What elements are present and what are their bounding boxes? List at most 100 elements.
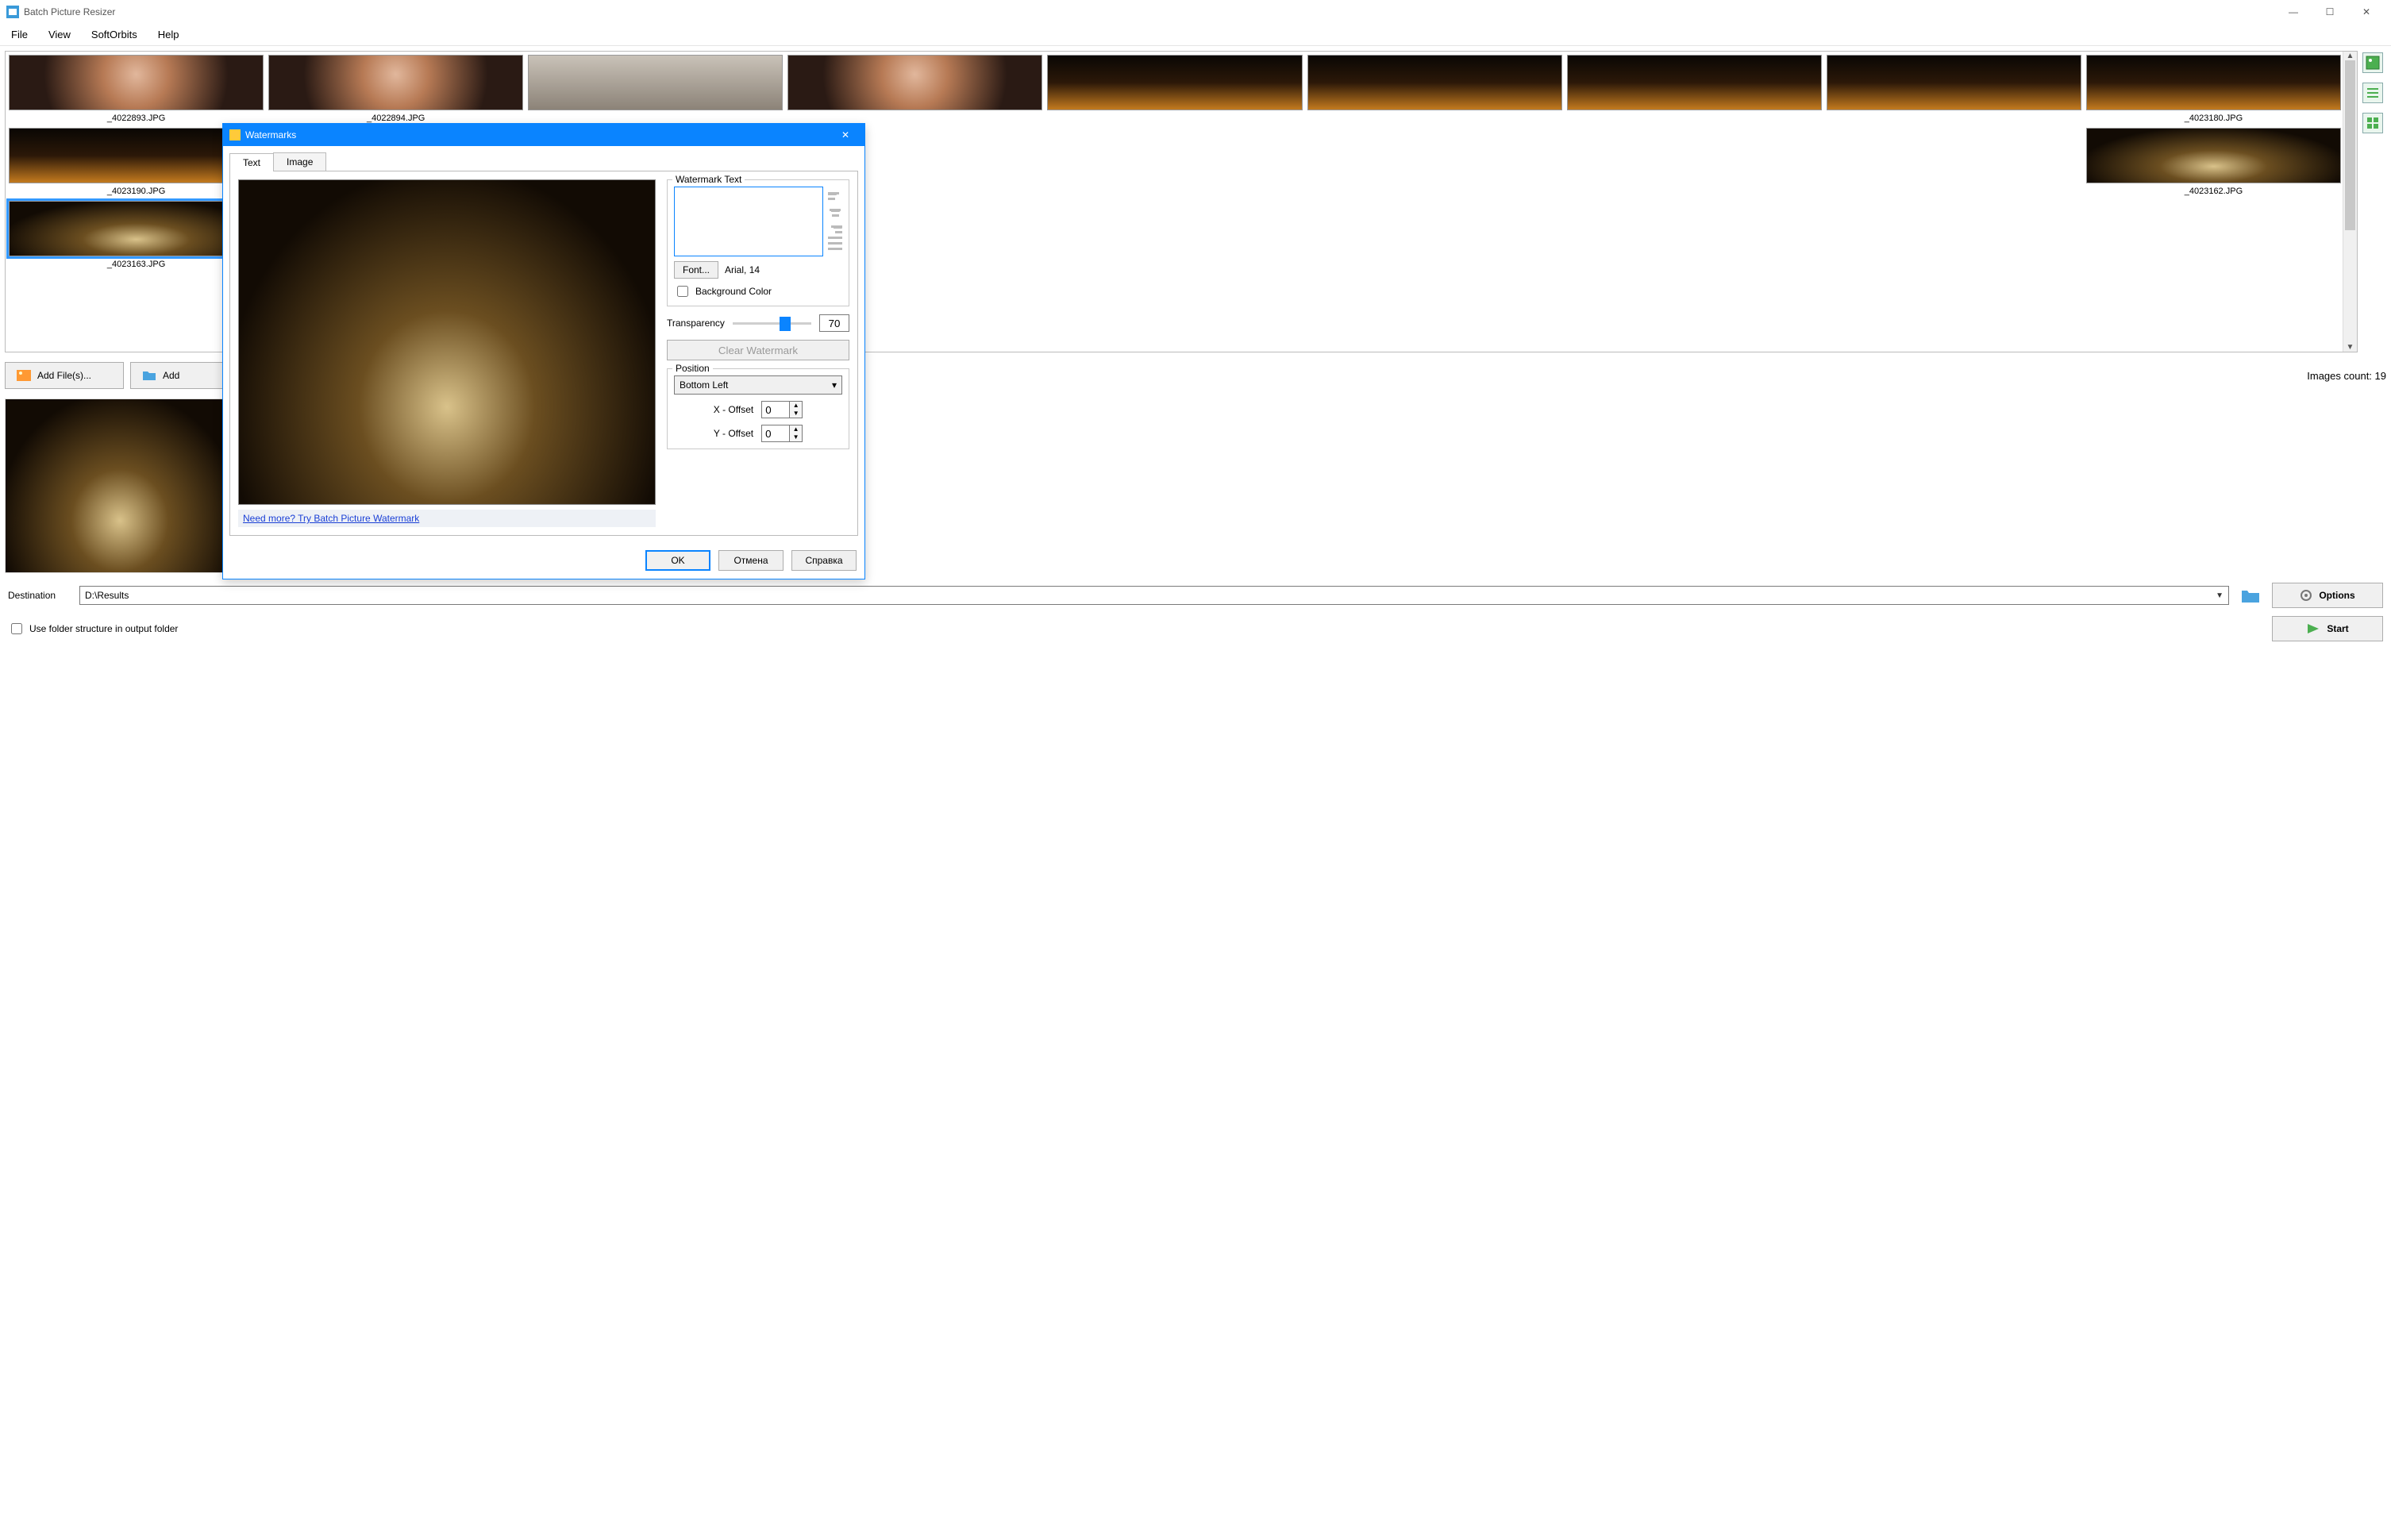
watermark-text-group: Watermark Text Font... Arial, 14 (667, 179, 849, 306)
add-files-button[interactable]: Add File(s)... (5, 362, 124, 389)
thumbnail-image (2087, 129, 2340, 183)
options-label: Options (2319, 590, 2354, 601)
text-align-buttons (828, 187, 842, 256)
start-label: Start (2327, 623, 2348, 634)
dialog-titlebar[interactable]: Watermarks ✕ (223, 124, 864, 146)
thumbnail[interactable]: _4023162.JPG (2086, 128, 2341, 196)
thumbnail-image (1048, 56, 1301, 110)
x-offset-up[interactable]: ▲ (789, 402, 802, 410)
position-select[interactable]: Bottom Left ▾ (674, 375, 842, 395)
window-title: Batch Picture Resizer (24, 6, 115, 17)
list-icon (2366, 86, 2380, 100)
menu-bar: File View SoftOrbits Help (0, 24, 2391, 46)
thumbnail-caption: _4023162.JPG (2086, 187, 2341, 196)
grid-icon (2366, 116, 2380, 130)
chevron-down-icon: ▼ (2216, 591, 2224, 600)
gallery-scrollbar[interactable]: ▲ ▼ (2343, 52, 2357, 352)
thumbnail[interactable] (1827, 55, 2081, 123)
watermark-text-input[interactable] (674, 187, 823, 256)
thumbnail[interactable] (1567, 55, 1822, 123)
window-titlebar: Batch Picture Resizer — ☐ ✕ (0, 0, 2391, 24)
thumbnail[interactable]: _4023180.JPG (2086, 55, 2341, 123)
promo-link[interactable]: Need more? Try Batch Picture Watermark (238, 510, 656, 527)
menu-help[interactable]: Help (155, 27, 183, 42)
thumbnail-image (269, 56, 522, 110)
dialog-title: Watermarks (245, 129, 296, 141)
dialog-help-button[interactable]: Справка (791, 550, 857, 571)
thumbnail-image (10, 56, 263, 110)
y-offset-up[interactable]: ▲ (789, 425, 802, 433)
window-maximize-button[interactable]: ☐ (2312, 6, 2348, 17)
thumbnail[interactable]: _4022894.JPG (268, 55, 523, 123)
position-group: Position Bottom Left ▾ X - Offset ▲▼ Y -… (667, 368, 849, 449)
thumbnail-image (1308, 56, 1561, 110)
list-view-button[interactable] (2362, 83, 2383, 103)
use-folder-structure-input[interactable] (11, 623, 22, 634)
thumbnail[interactable] (787, 55, 1042, 123)
y-offset-down[interactable]: ▼ (789, 433, 802, 441)
details-view-button[interactable] (2362, 113, 2383, 133)
folder-icon (142, 368, 156, 383)
thumbnail-image (2087, 56, 2340, 110)
background-color-label: Background Color (695, 286, 772, 297)
destination-value: D:\Results (85, 590, 129, 601)
thumbnail-caption: _4022894.JPG (268, 114, 523, 123)
background-color-input[interactable] (677, 286, 688, 297)
thumbnail-caption: _4023180.JPG (2086, 114, 2341, 123)
window-minimize-button[interactable]: — (2275, 6, 2312, 17)
window-close-button[interactable]: ✕ (2348, 6, 2385, 17)
images-count-label: Images count: 19 (2307, 370, 2386, 382)
dialog-button-row: OK Отмена Справка (223, 542, 864, 579)
app-icon (6, 6, 19, 18)
align-right-button[interactable] (828, 220, 842, 234)
use-folder-structure-label: Use folder structure in output folder (29, 623, 178, 634)
clear-watermark-button[interactable]: Clear Watermark (667, 340, 849, 360)
image-file-icon (17, 368, 31, 383)
y-offset-label: Y - Offset (714, 428, 753, 439)
options-button[interactable]: Options (2272, 583, 2383, 608)
y-offset-input[interactable] (762, 425, 789, 441)
browse-destination-button[interactable] (2237, 584, 2264, 606)
thumbnail[interactable] (528, 55, 783, 123)
position-legend: Position (672, 363, 713, 374)
thumbnail[interactable]: _4022893.JPG (9, 55, 264, 123)
x-offset-spinner[interactable]: ▲▼ (761, 401, 803, 418)
use-folder-structure-checkbox[interactable]: Use folder structure in output folder (8, 621, 178, 637)
font-button[interactable]: Font... (674, 261, 718, 279)
watermark-text-legend: Watermark Text (672, 174, 745, 185)
tab-text[interactable]: Text (229, 153, 274, 171)
transparency-value[interactable] (819, 314, 849, 332)
tab-image[interactable]: Image (273, 152, 326, 171)
align-justify-button[interactable] (828, 237, 842, 251)
thumbnail[interactable] (1307, 55, 1562, 123)
thumbnail-image (529, 56, 782, 110)
watermark-preview (238, 179, 656, 505)
x-offset-down[interactable]: ▼ (789, 410, 802, 418)
x-offset-input[interactable] (762, 402, 789, 418)
thumbnail[interactable] (1047, 55, 1302, 123)
start-button[interactable]: Start (2272, 616, 2383, 641)
gear-icon (2300, 589, 2312, 602)
align-left-button[interactable] (828, 187, 842, 201)
dialog-cancel-button[interactable]: Отмена (718, 550, 784, 571)
position-value: Bottom Left (680, 379, 728, 391)
font-description: Arial, 14 (725, 264, 760, 275)
background-color-checkbox[interactable]: Background Color (674, 283, 842, 299)
add-folder-label: Add (163, 370, 179, 381)
thumbnails-view-button[interactable] (2362, 52, 2383, 73)
folder-open-icon (2240, 587, 2261, 604)
transparency-slider[interactable] (733, 315, 811, 331)
play-arrow-icon (2306, 622, 2320, 635)
menu-file[interactable]: File (8, 27, 31, 42)
align-center-button[interactable] (828, 203, 842, 218)
dialog-ok-button[interactable]: OK (645, 550, 710, 571)
transparency-label: Transparency (667, 318, 725, 329)
watermark-preview-image (239, 180, 655, 504)
menu-view[interactable]: View (45, 27, 74, 42)
menu-softorbits[interactable]: SoftOrbits (88, 27, 141, 42)
dialog-close-button[interactable]: ✕ (833, 129, 858, 141)
y-offset-spinner[interactable]: ▲▼ (761, 425, 803, 442)
destination-combo[interactable]: D:\Results ▼ (79, 586, 2229, 605)
transparency-row: Transparency (667, 314, 849, 332)
add-files-label: Add File(s)... (37, 370, 91, 381)
